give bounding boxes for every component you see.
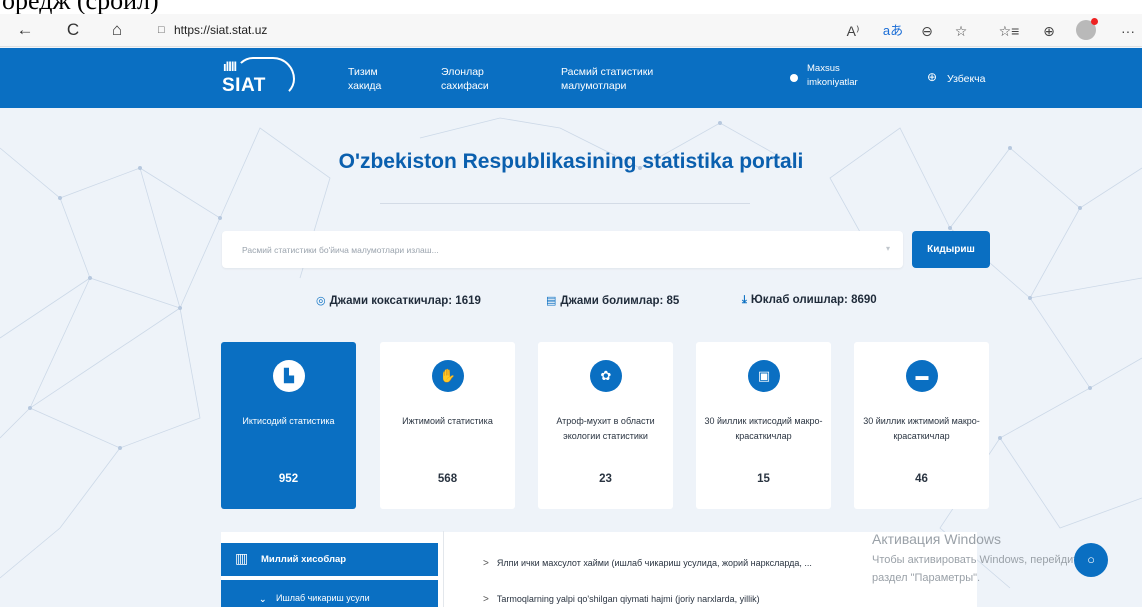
menu-accessibility[interactable]: Maxsus imkoniyatlar <box>807 62 858 90</box>
plant-icon: ✿ <box>590 360 622 392</box>
windows-activation-title: Активация Windows <box>872 531 1002 547</box>
indicator-link[interactable]: > Tarmoqlarning yalpi qo'shilgan qiymati … <box>483 594 760 605</box>
menu-official-statistics-line1: Расмий статистики <box>561 66 654 78</box>
card-label: Иктисодий статистика <box>242 416 335 426</box>
menu-about[interactable]: Тизим хакида <box>348 65 381 93</box>
favorites-icon[interactable]: ☆≡ <box>996 20 1022 42</box>
clipped-page-caption: оредж (сройл) <box>0 0 1142 14</box>
factory-icon: ▙ <box>273 360 305 392</box>
search-box: ▾ <box>222 231 903 268</box>
chat-icon[interactable]: ○ <box>1074 543 1108 577</box>
siat-logo[interactable]: ıllll SIAT <box>217 55 307 101</box>
card-label: 30 йиллик ижтимоий макро-красаткичлар <box>863 416 980 441</box>
sidebar-item-label: Ишлаб чикариш усули <box>276 593 370 603</box>
stat-total-indicators: ◎ Джами коксаткичлар: 1619 <box>316 294 481 307</box>
card-social-statistics[interactable]: ✋ Ижтимоий статистика 568 <box>380 342 515 509</box>
chevron-right-icon: > <box>483 558 489 569</box>
card-label: Атроф-мухит в области экологии статистик… <box>556 416 655 441</box>
menu-about-line2: хакида <box>348 80 382 92</box>
windows-activation-line: Чтобы активировать Windows, перейдите <box>872 554 1085 566</box>
more-icon[interactable]: ··· <box>1116 20 1140 42</box>
indicators-icon: ◎ <box>316 295 326 307</box>
indicator-link-text: Tarmoqlarning yalpi qo'shilgan qiymati h… <box>496 594 760 604</box>
address-url: https://siat.stat.uz <box>174 23 268 37</box>
page-title: O'zbekiston Respublikasining statistika … <box>338 150 804 173</box>
menu-announcements-line2: сахифаси <box>441 80 489 92</box>
download-icon: ⤓ <box>742 294 747 306</box>
sections-icon: ▤ <box>546 295 557 307</box>
collections-icon[interactable]: ⊕ <box>1038 20 1060 42</box>
chevron-down-icon: ⌄ <box>259 594 267 604</box>
card-economic-statistics[interactable]: ▙ Иктисодий статистика 952 <box>221 342 356 509</box>
briefcase-icon: ▬ <box>906 360 938 392</box>
chevron-down-icon[interactable]: ▾ <box>886 244 890 253</box>
card-count: 15 <box>757 473 770 485</box>
card-count: 568 <box>437 473 458 485</box>
presentation-board-icon: ▣ <box>748 360 780 392</box>
sidebar-item-national-accounts[interactable]: ▥ Миллий хисоблар <box>221 543 438 576</box>
menu-accessibility-line2: imkoniyatlar <box>807 77 858 88</box>
lock-icon: □ <box>158 24 165 36</box>
profile-avatar[interactable] <box>1076 18 1098 40</box>
stat-downloads: ⤓ Юклаб олишлар: 8690 <box>742 294 877 307</box>
chevron-right-icon: > <box>483 594 489 605</box>
menu-official-statistics-line2: малумотлари <box>561 80 627 92</box>
globe-icon: ⊕ <box>927 70 938 84</box>
card-label: Ижтимоий статистика <box>402 416 493 426</box>
card-30yr-social-macro[interactable]: ▬ 30 йиллик ижтимоий макро-красаткичлар … <box>854 342 989 509</box>
card-30yr-economic-macro[interactable]: ▣ 30 йиллик иктисодий макро-красаткичлар… <box>696 342 831 509</box>
favorite-add-icon[interactable]: ☆ <box>950 20 972 42</box>
stat-total-sections-text: Джами болимлар: 85 <box>560 295 680 307</box>
indicator-link-text: Ялпи ички махсулот хайми (ишлаб чикариш … <box>496 558 812 568</box>
menu-announcements[interactable]: Элонлар сахифаси <box>441 65 489 93</box>
menu-announcements-line1: Элонлар <box>441 66 484 78</box>
panel-divider <box>443 531 444 607</box>
card-environment-statistics[interactable]: ✿ Атроф-мухит в области экологии статист… <box>538 342 673 509</box>
menu-official-statistics[interactable]: Расмий статистики малумотлари <box>561 65 653 93</box>
stat-downloads-text: Юклаб олишлар: 8690 <box>750 294 877 306</box>
reload-icon[interactable]: C <box>62 19 84 41</box>
translate-icon[interactable]: aあ <box>880 20 906 42</box>
sidebar-item-label: Миллий хисоблар <box>261 554 347 565</box>
back-icon[interactable]: ← <box>14 19 36 41</box>
search-input[interactable] <box>222 231 882 268</box>
card-count: 952 <box>278 473 299 485</box>
card-count: 46 <box>915 473 928 485</box>
stat-total-indicators-text: Джами коксаткичлар: 1619 <box>329 295 481 307</box>
card-label: 30 йиллик иктисодий макро-красаткичлар <box>704 416 823 441</box>
indicator-link[interactable]: > Ялпи ички махсулот хайми (ишлаб чикариш… <box>483 558 812 569</box>
read-aloud-icon[interactable]: A⁾ <box>842 20 864 42</box>
home-icon[interactable]: ⌂ <box>106 19 128 41</box>
zoom-icon[interactable]: ⊖ <box>916 20 938 42</box>
sidebar-item-production-method[interactable]: ⌄ Ишлаб чикариш усули <box>221 580 438 607</box>
title-divider <box>380 203 750 204</box>
windows-activation-line: раздел "Параметры". <box>872 572 981 584</box>
logo-text: SIAT <box>222 75 266 96</box>
menu-accessibility-line1: Maxsus <box>807 63 840 74</box>
site-header: ıllll SIAT Тизим хакида Элонлар сахифаси… <box>0 48 1142 108</box>
stat-total-sections: ▤ Джами болимлар: 85 <box>546 294 679 307</box>
accessibility-eye-icon <box>790 74 798 82</box>
card-count: 23 <box>599 473 612 485</box>
logo-bars: ıllll <box>223 59 237 74</box>
menu-about-line1: Тизим <box>348 66 378 78</box>
browser-toolbar: ← C ⌂ □ https://siat.stat.uz A⁾ aあ ⊖ ☆ ☆… <box>0 14 1142 47</box>
address-bar[interactable]: □ https://siat.stat.uz <box>150 19 800 42</box>
language-selector[interactable]: Узбекча <box>947 72 985 86</box>
hand-icon: ✋ <box>432 360 464 392</box>
search-button[interactable]: Кидыриш <box>912 231 990 268</box>
chart-table-icon: ▥ <box>235 550 249 566</box>
